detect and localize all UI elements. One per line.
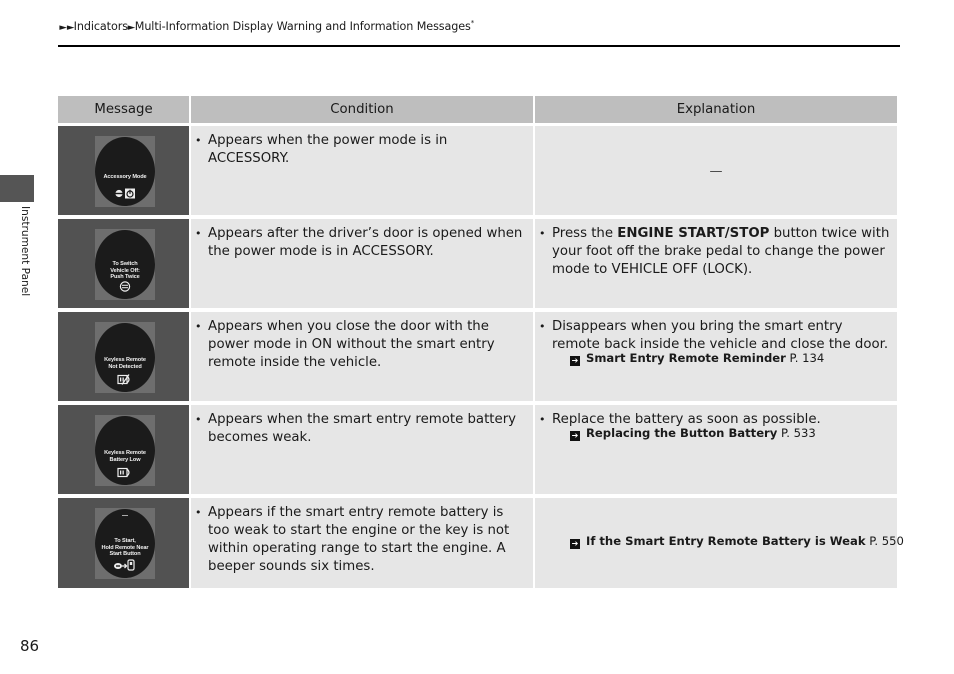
table-row: Keyless Remote Not Detected Appears when…	[58, 312, 898, 401]
page-number: 86	[20, 637, 40, 655]
screen-text: Keyless Remote Battery Low	[104, 450, 146, 463]
arrow-icon: ►	[127, 23, 136, 33]
section-tab-label: Instrument Panel	[19, 206, 31, 297]
breadcrumb-section[interactable]: Indicators	[74, 20, 128, 33]
engine-start-stop-label: ENGINE START/STOP	[617, 226, 770, 241]
condition-text: Appears if the smart entry remote batter…	[195, 504, 527, 576]
header-explanation: Explanation	[535, 96, 897, 123]
display-screen: Keyless Remote Not Detected	[95, 322, 155, 393]
table-row: Keyless Remote Battery Low Appears when …	[58, 405, 898, 494]
screen-indicator-line	[122, 515, 128, 516]
table-row: To Switch Vehicle Off: Push Twice Appear…	[58, 219, 898, 308]
section-tab-marker	[0, 175, 34, 202]
key-not-detected-icon	[95, 374, 155, 385]
header-condition: Condition	[191, 96, 533, 123]
key-battery-low-icon	[95, 467, 155, 478]
breadcrumb: ►►Indicators►Multi-Information Display W…	[59, 19, 475, 33]
condition-cell: Appears after the driver’s door is opene…	[191, 219, 533, 308]
screen-text: To Switch Vehicle Off: Push Twice	[110, 261, 140, 281]
message-cell: Keyless Remote Battery Low	[58, 405, 189, 494]
breadcrumb-page[interactable]: Multi-Information Display Warning and In…	[135, 20, 471, 33]
cross-reference-link[interactable]: ➔ Smart Entry Remote Reminder P. 134	[570, 351, 824, 366]
screen-text: To Start, Hold Remote Near Start Button	[101, 538, 149, 558]
reference-arrow-icon: ➔	[570, 431, 580, 441]
display-screen: Keyless Remote Battery Low	[95, 415, 155, 486]
display-screen: To Start, Hold Remote Near Start Button	[95, 508, 155, 579]
explanation-cell: Disappears when you bring the smart entr…	[535, 312, 897, 401]
condition-cell: Appears when the power mode is in ACCESS…	[191, 126, 533, 215]
footnote-asterisk: *	[470, 19, 475, 27]
message-cell: Accessory Mode	[58, 126, 189, 215]
condition-cell: Appears when the smart entry remote batt…	[191, 405, 533, 494]
table-row: Accessory Mode Appears when the power mo…	[58, 126, 898, 215]
header-rule	[58, 45, 900, 47]
message-cell: To Switch Vehicle Off: Push Twice	[58, 219, 189, 308]
reference-arrow-icon: ➔	[570, 356, 580, 366]
condition-text: Appears when the power mode is in ACCESS…	[195, 132, 527, 168]
accessory-power-icon	[95, 188, 155, 199]
cross-reference-link[interactable]: ➔ If the Smart Entry Remote Battery is We…	[570, 534, 904, 549]
message-cell: To Start, Hold Remote Near Start Button	[58, 498, 189, 588]
header-message: Message	[58, 96, 189, 123]
explanation-cell: —	[535, 126, 897, 215]
condition-cell: Appears when you close the door with the…	[191, 312, 533, 401]
explanation-text: Press the ENGINE START/STOP button twice…	[539, 225, 891, 279]
explanation-none: —	[709, 164, 723, 179]
condition-text: Appears when you close the door with the…	[195, 318, 527, 372]
display-screen: Accessory Mode	[95, 136, 155, 207]
condition-text: Appears after the driver’s door is opene…	[195, 225, 527, 261]
hold-remote-near-button-icon	[95, 559, 155, 571]
double-arrow-icon: ►►	[59, 23, 75, 33]
message-cell: Keyless Remote Not Detected	[58, 312, 189, 401]
explanation-cell: Replace the battery as soon as possible.…	[535, 405, 897, 494]
table-row: To Start, Hold Remote Near Start Button …	[58, 498, 904, 588]
display-screen: To Switch Vehicle Off: Push Twice	[95, 229, 155, 300]
screen-text: Accessory Mode	[103, 174, 147, 180]
reference-arrow-icon: ➔	[570, 539, 580, 549]
explanation-cell: Press the ENGINE START/STOP button twice…	[535, 219, 897, 308]
explanation-cell: ➔ If the Smart Entry Remote Battery is We…	[535, 498, 904, 588]
cross-reference-link[interactable]: ➔ Replacing the Button Battery P. 533	[570, 426, 816, 441]
condition-text: Appears when the smart entry remote batt…	[195, 411, 527, 447]
explanation-text: Disappears when you bring the smart entr…	[539, 318, 891, 354]
engine-start-button-icon	[95, 281, 155, 292]
condition-cell: Appears if the smart entry remote batter…	[191, 498, 533, 588]
screen-text: Keyless Remote Not Detected	[104, 357, 146, 370]
